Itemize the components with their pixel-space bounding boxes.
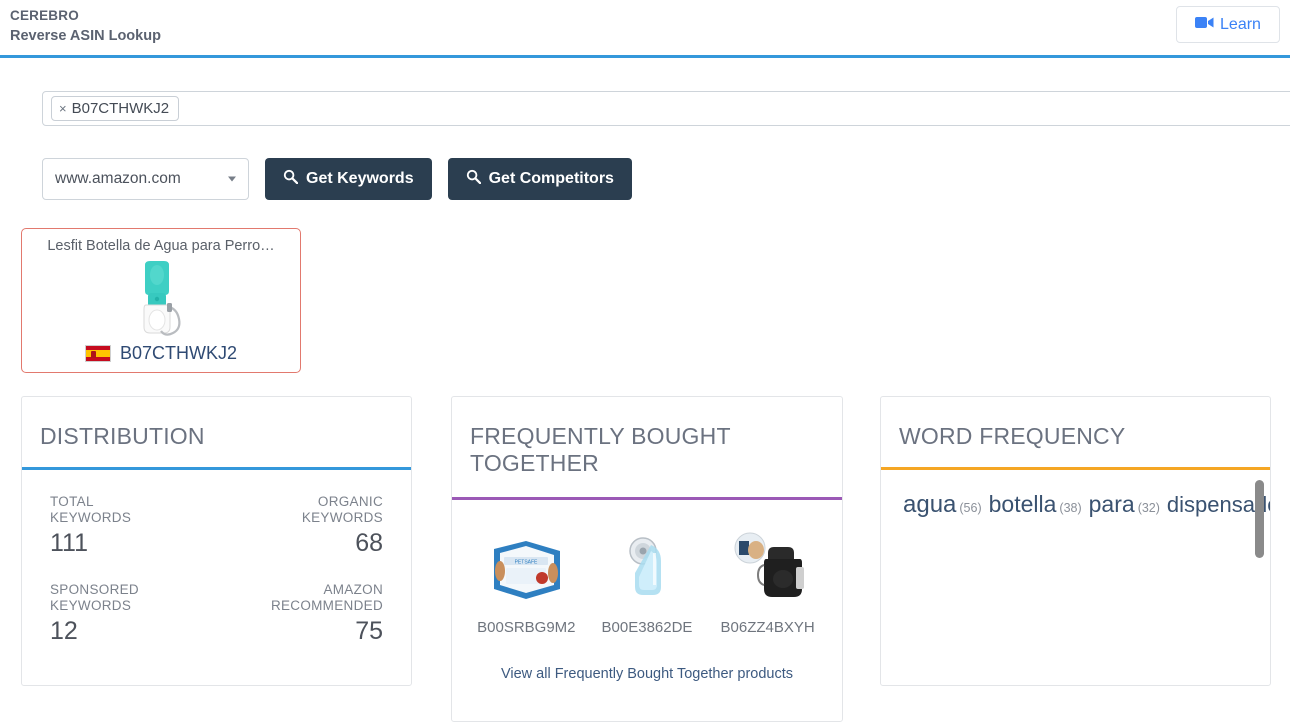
stat-label-line1: TOTAL [50,494,94,509]
product-title: Lesfit Botella de Agua para Perro… [47,238,275,254]
svg-text:PETSAFE: PETSAFE [515,560,538,566]
word-frequency-scrollbar[interactable] [1255,480,1264,675]
learn-label: Learn [1220,15,1261,33]
search-icon [466,169,481,189]
stat-label-line1: ORGANIC [317,494,383,509]
fbt-asin: B00E3862DE [601,619,693,636]
stat-label-line2: KEYWORDS [301,510,383,525]
learn-button[interactable]: Learn [1176,6,1280,43]
stat-total-keywords: TOTAL KEYWORDS 111 [50,494,217,558]
stat-value: 111 [50,529,89,557]
search-icon [283,169,299,189]
stat-value: 75 [355,617,383,645]
fbt-thumbnail [708,528,828,606]
asin-token-label: B07CTHWKJ2 [71,100,170,117]
marketplace-select[interactable]: www.amazon.com [42,158,249,200]
frequently-bought-together-panel: FREQUENTLY BOUGHT TOGETHER PETSAFE B00SR… [451,396,843,722]
word-frequency-term[interactable]: botella [989,491,1057,517]
spain-flag-icon [84,345,111,362]
fbt-items: PETSAFE B00SRBG9M2 B00E3862DE B06ZZ4BXYH [452,500,842,636]
stat-amazon-recommended: AMAZON RECOMMENDED 75 [217,582,383,646]
stat-sponsored-keywords: SPONSORED KEYWORDS 12 [50,582,217,646]
fbt-asin: B00SRBG9M2 [477,619,576,636]
word-cloud: agua(56)botella(38)para(32)dispensador(2… [903,488,1270,524]
scrollbar-thumb[interactable] [1255,480,1264,558]
stat-organic-keywords: ORGANIC KEYWORDS 68 [217,494,383,558]
word-frequency-count: (56) [959,501,982,515]
fbt-thumbnail: PETSAFE [466,528,586,606]
fbt-title: FREQUENTLY BOUGHT TOGETHER [470,423,731,476]
fbt-header: FREQUENTLY BOUGHT TOGETHER [452,397,842,497]
get-competitors-label: Get Competitors [488,170,614,187]
fbt-asin: B06ZZ4BXYH [720,619,815,636]
brand-block: CEREBRO Reverse ASIN Lookup [10,6,161,46]
selected-product-card[interactable]: Lesfit Botella de Agua para Perro… B07CT… [21,228,301,373]
product-footer: B07CTHWKJ2 [22,343,300,364]
product-thumbnail [113,259,209,344]
distribution-stats: TOTAL KEYWORDS 111 ORGANIC KEYWORDS 68 S… [22,470,411,646]
stat-label-line1: AMAZON [323,582,383,597]
stat-value: 68 [355,529,383,557]
action-row: www.amazon.com Get Keywords Get Competit… [42,158,632,200]
fbt-item[interactable]: B00E3862DE [587,528,707,636]
chevron-down-icon [228,176,236,182]
app-header: CEREBRO Reverse ASIN Lookup Learn [0,0,1290,58]
word-frequency-header: WORD FREQUENCY [881,397,1270,467]
view-all-fbt-link[interactable]: View all Frequently Bought Together prod… [452,666,842,682]
get-keywords-button[interactable]: Get Keywords [265,158,432,200]
word-frequency-title: WORD FREQUENCY [899,423,1126,449]
distribution-panel: DISTRIBUTION TOTAL KEYWORDS 111 ORGANIC … [21,396,412,686]
distribution-header: DISTRIBUTION [22,397,411,467]
stat-label-line2: KEYWORDS [50,510,132,525]
marketplace-value: www.amazon.com [55,170,181,187]
stat-label-line2: RECOMMENDED [270,598,383,613]
word-frequency-panel: WORD FREQUENCY agua (56) botella (38) para (3… [880,396,1271,686]
fbt-thumbnail [587,528,707,606]
page-title: Reverse ASIN Lookup [10,28,161,44]
asin-search-input[interactable]: × B07CTHWKJ2 [42,91,1290,126]
word-frequency-count: (38) [1059,501,1082,515]
get-keywords-label: Get Keywords [306,170,414,187]
get-competitors-button[interactable]: Get Competitors [447,158,632,200]
fbt-item[interactable]: B06ZZ4BXYH [708,528,828,636]
stat-label-line1: SPONSORED [50,582,139,597]
stat-label-line2: KEYWORDS [50,598,132,613]
word-frequency-body: agua(56)botella(38)para(32)dispensador(2… [881,470,1270,685]
asin-token[interactable]: × B07CTHWKJ2 [51,96,180,121]
word-frequency-term[interactable]: agua [903,491,956,518]
word-frequency-term[interactable]: para [1089,491,1135,517]
brand-name: CEREBRO [10,8,79,23]
product-asin: B07CTHWKJ2 [119,343,238,363]
distribution-title: DISTRIBUTION [40,423,205,449]
stat-value: 12 [50,617,78,645]
word-frequency-count: (32) [1137,501,1160,515]
video-camera-icon [1195,16,1214,34]
fbt-item[interactable]: PETSAFE B00SRBG9M2 [466,528,586,636]
remove-token-icon[interactable]: × [59,102,67,115]
